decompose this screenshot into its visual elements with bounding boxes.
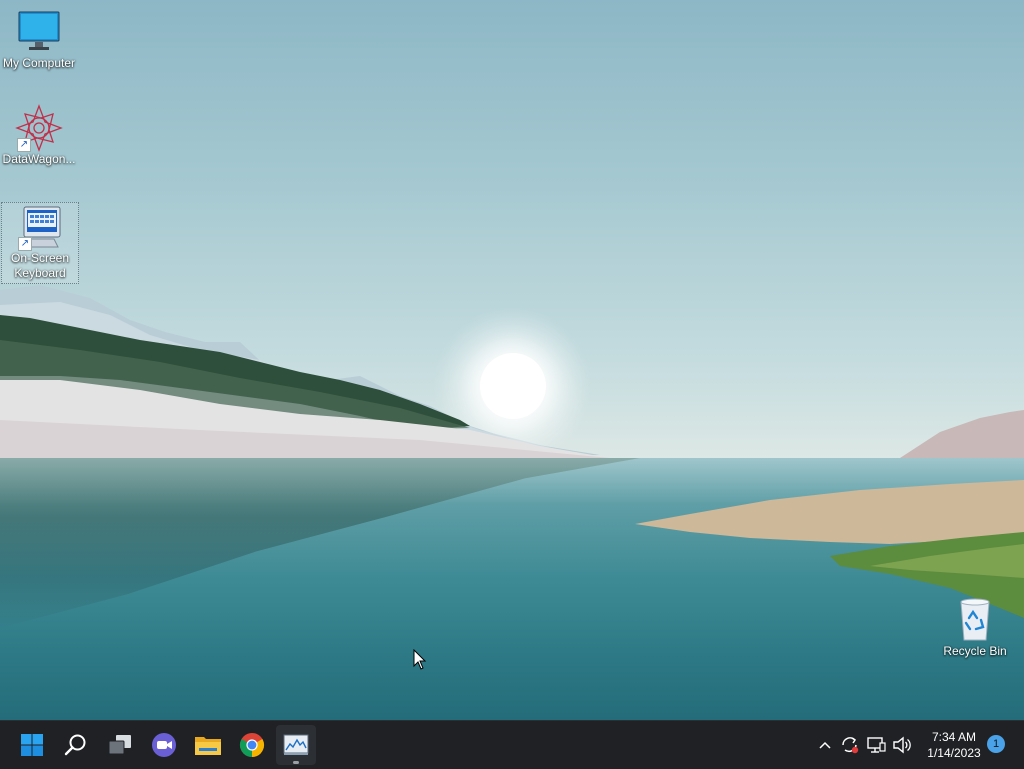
monitor-icon — [15, 8, 63, 56]
recycle-bin-icon — [951, 596, 999, 644]
shortcut-arrow-icon: ↗ — [18, 237, 32, 251]
performance-monitor-icon — [283, 734, 309, 755]
desktop-icon-my-computer[interactable]: My Computer — [1, 8, 77, 71]
file-explorer-icon — [195, 737, 221, 755]
search-icon — [64, 734, 86, 756]
desktop-icon-on-screen-keyboard[interactable]: ↗ On-Screen Keyboard — [1, 202, 79, 284]
wallpaper-landscape — [0, 285, 1024, 460]
meet-video-icon — [152, 733, 176, 757]
volume-icon[interactable] — [891, 734, 913, 756]
network-icon[interactable] — [865, 734, 887, 756]
keyboard-icon: ↗ — [16, 203, 64, 251]
performance-monitor-button[interactable] — [276, 725, 316, 765]
notification-badge[interactable]: 1 — [987, 735, 1005, 753]
datawagon-icon: ↗ — [15, 104, 63, 152]
shortcut-arrow-icon: ↗ — [17, 138, 31, 152]
start-button[interactable] — [12, 725, 52, 765]
sync-icon[interactable] — [839, 734, 861, 756]
search-button[interactable] — [56, 725, 96, 765]
desktop-icon-label: My Computer — [2, 56, 76, 70]
taskbar-clock[interactable]: 7:34 AM 1/14/2023 — [914, 729, 994, 761]
desktop-icon-label: DataWagon... — [2, 152, 76, 166]
clock-date: 1/14/2023 — [927, 746, 981, 760]
chrome-button[interactable] — [232, 725, 272, 765]
desktop-wallpaper[interactable] — [0, 0, 1024, 720]
running-indicator — [293, 761, 299, 764]
desktop-icon-datawagon[interactable]: ↗ DataWagon... — [1, 104, 77, 167]
system-tray — [815, 721, 913, 769]
chrome-icon — [239, 733, 265, 757]
meet-chat-button[interactable] — [144, 725, 184, 765]
task-view-icon — [108, 735, 131, 755]
mouse-cursor-icon — [413, 649, 427, 670]
clock-time: 7:34 AM — [931, 730, 977, 744]
task-view-button[interactable] — [100, 725, 140, 765]
windows-start-icon — [21, 734, 43, 756]
chevron-up-icon[interactable] — [815, 735, 835, 755]
desktop-icon-label: Recycle Bin — [943, 644, 1007, 658]
desktop-icon-label: On-Screen Keyboard — [10, 251, 70, 280]
desktop-icon-recycle-bin[interactable]: Recycle Bin — [937, 596, 1013, 659]
taskbar: 7:34 AM 1/14/2023 — [0, 720, 1024, 769]
file-explorer-button[interactable] — [188, 725, 228, 765]
